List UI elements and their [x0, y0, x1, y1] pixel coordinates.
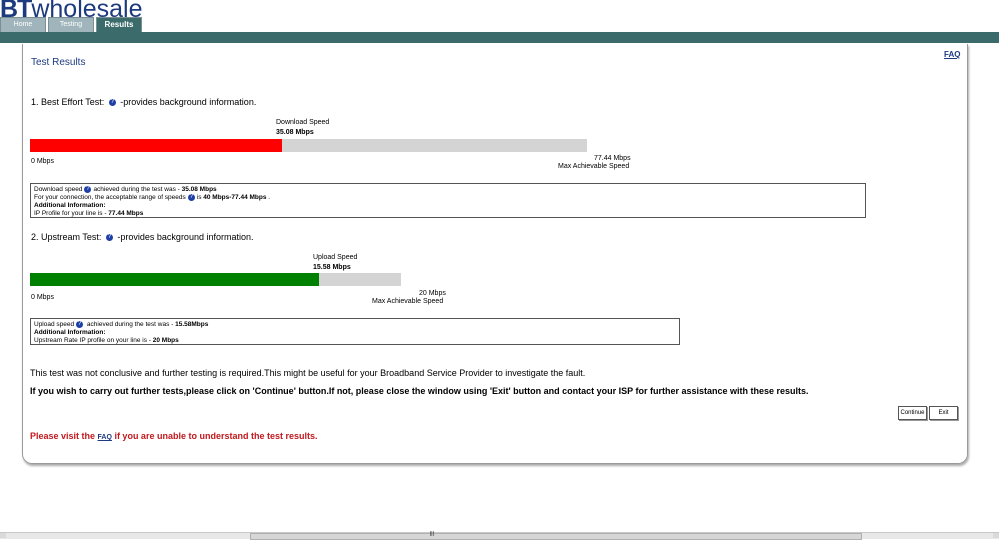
download-info-line3: Additional Information:	[34, 202, 106, 210]
nav-tabs: Home Testing Results	[0, 17, 144, 33]
info-text: Upstream Rate IP profile on your line is…	[34, 337, 153, 345]
info-text: IP Profile for your line is -	[34, 210, 109, 218]
help-icon[interactable]: ?	[76, 321, 84, 328]
upload-speed-bar	[30, 273, 401, 286]
download-speed-value: 35.08 Mbps	[276, 129, 314, 136]
upload-heading-text: 2. Upstream Test:	[31, 232, 102, 242]
exit-button[interactable]: Exit	[929, 406, 958, 420]
upload-max-label: Max Achievable Speed	[372, 298, 444, 305]
scroll-left-arrow-icon[interactable]	[0, 533, 6, 538]
ip-profile-value: 77.44 Mbps	[108, 210, 144, 218]
scroll-right-arrow-icon[interactable]	[993, 533, 999, 538]
help-icon[interactable]: ?	[187, 194, 195, 202]
instruction-text: If you wish to carry out further tests,p…	[30, 386, 809, 396]
continue-button[interactable]: Continue	[898, 406, 927, 420]
acceptable-range-value: 40 Mbps-77.44 Mbps	[203, 194, 267, 202]
download-info-box: Download speed? achieved during the test …	[30, 183, 866, 218]
info-text: .	[266, 194, 271, 202]
help-icon[interactable]: ?	[84, 186, 92, 193]
info-text: achieved during the test was -	[93, 186, 182, 194]
download-heading-suffix: -provides background information.	[120, 97, 257, 107]
results-panel	[22, 44, 968, 464]
upload-info-line3: Upstream Rate IP profile on your line is…	[34, 337, 676, 345]
download-heading: 1. Best Effort Test: ? -provides backgro…	[31, 97, 256, 107]
tab-home[interactable]: Home	[0, 17, 46, 32]
scrollbar-thumb[interactable]	[250, 533, 862, 540]
upstream-profile-value: 20 Mbps	[152, 337, 179, 345]
tab-results[interactable]: Results	[96, 17, 142, 32]
conclusion-text: This test was not conclusive and further…	[30, 368, 586, 378]
info-text: achieved during the test was -	[85, 321, 176, 329]
info-text: Upload speed	[34, 321, 75, 329]
help-message: Please visit the FAQ if you are unable t…	[30, 431, 317, 441]
upload-heading-suffix: -provides background information.	[117, 232, 254, 242]
faq-link-bottom[interactable]: FAQ	[98, 434, 112, 441]
upload-heading: 2. Upstream Test: ? -provides background…	[31, 232, 253, 242]
upload-max-value: 20 Mbps	[419, 290, 446, 297]
download-speed-fill	[30, 139, 283, 152]
upload-speed-label: Upload Speed	[313, 254, 358, 261]
upload-speed-value: 15.58 Mbps	[313, 264, 351, 271]
info-text: Download speed	[34, 186, 83, 194]
download-min-label: 0 Mbps	[31, 158, 54, 165]
download-speed-label: Download Speed	[276, 119, 330, 126]
upload-min-label: 0 Mbps	[31, 294, 54, 301]
tab-testing[interactable]: Testing	[48, 17, 94, 32]
header-band	[0, 32, 999, 43]
help-icon[interactable]: ?	[108, 99, 116, 107]
upload-info-line1: Upload speed? achieved during the test w…	[34, 321, 676, 329]
download-speed-bar	[30, 139, 587, 152]
page-title: Test Results	[31, 57, 86, 68]
help-icon[interactable]: ?	[105, 234, 113, 242]
download-achieved-value: 35.08 Mbps	[181, 186, 217, 194]
download-info-line2: For your connection, the acceptable rang…	[34, 194, 862, 202]
download-max-value: 77.44 Mbps	[594, 155, 631, 162]
help-prefix: Please visit the	[30, 431, 98, 441]
scrollbar-grip-icon: |||	[430, 531, 434, 537]
faq-link-top[interactable]: FAQ	[944, 50, 960, 59]
info-text: For your connection, the acceptable rang…	[34, 194, 186, 202]
upload-info-box: Upload speed? achieved during the test w…	[30, 318, 680, 345]
download-heading-text: 1. Best Effort Test:	[31, 97, 105, 107]
upload-info-line2: Additional Information:	[34, 329, 106, 337]
upload-speed-fill	[30, 273, 319, 286]
help-suffix: if you are unable to understand the test…	[111, 431, 318, 441]
upload-achieved-value: 15.58Mbps	[175, 321, 209, 329]
download-max-label: Max Achievable Speed	[558, 163, 630, 170]
download-info-line4: IP Profile for your line is - 77.44 Mbps	[34, 210, 862, 218]
download-info-line1: Download speed? achieved during the test …	[34, 186, 862, 194]
